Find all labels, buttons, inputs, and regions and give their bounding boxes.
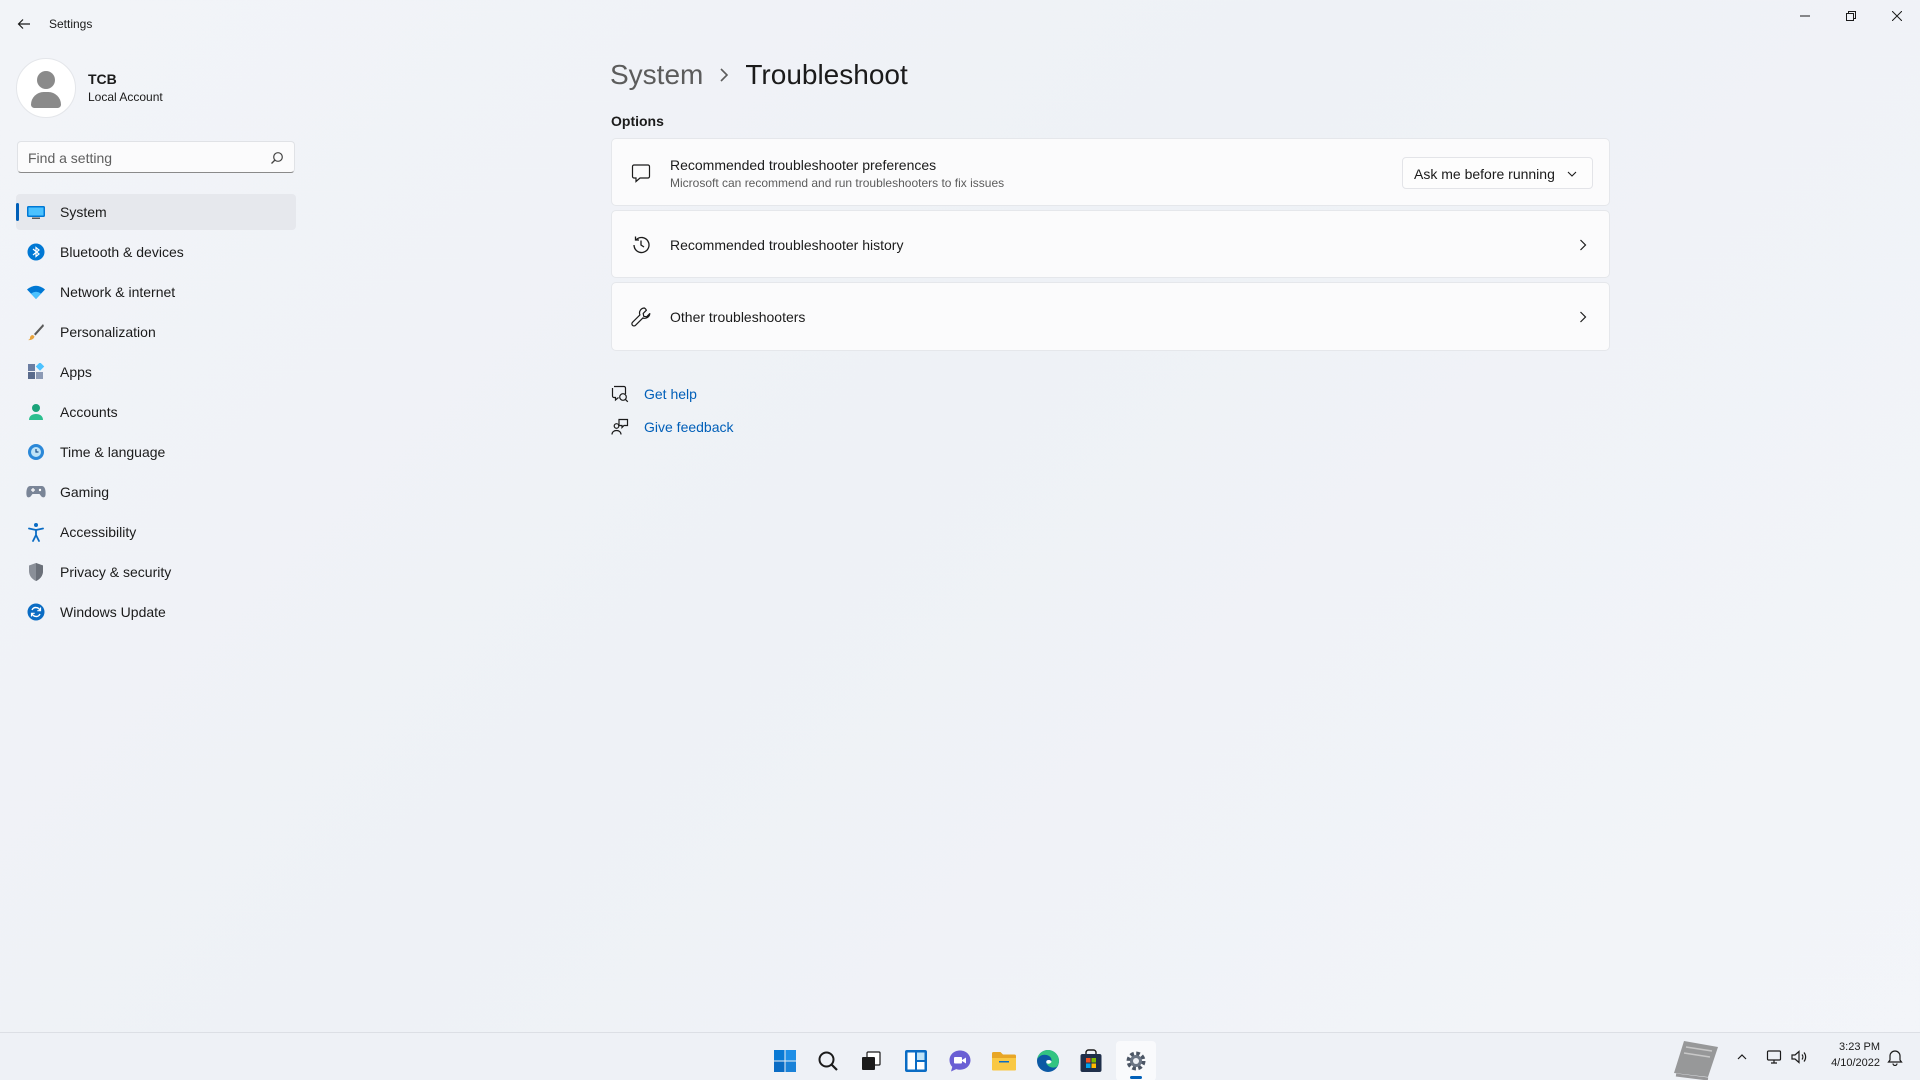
sidebar-item-label: Apps [60, 364, 92, 380]
wifi-icon [26, 282, 46, 302]
troubleshooter-preferences-card: Recommended troubleshooter preferences M… [611, 138, 1610, 206]
sidebar-item-privacy-security[interactable]: Privacy & security [16, 554, 296, 590]
sidebar-item-label: Gaming [60, 484, 110, 500]
troubleshooter-history-card[interactable]: Recommended troubleshooter history [611, 210, 1610, 278]
chevron-down-icon [1567, 171, 1577, 177]
apps-icon [26, 362, 46, 382]
close-button[interactable] [1874, 4, 1920, 28]
chevron-right-icon [1575, 309, 1591, 325]
minimize-button[interactable] [1782, 4, 1828, 28]
search-box[interactable] [17, 141, 295, 173]
get-help-icon [611, 385, 629, 403]
card-title: Recommended troubleshooter preferences [670, 157, 937, 173]
back-arrow-icon [17, 19, 30, 29]
clock-date[interactable]: 4/10/2022 [1820, 1057, 1880, 1069]
sidebar-item-label: Network & internet [60, 284, 176, 300]
chevron-right-icon [1575, 237, 1591, 253]
title-bar: Settings [0, 0, 1920, 48]
sidebar-item-label: System [60, 204, 107, 220]
give-feedback-link[interactable]: Give feedback [611, 415, 734, 439]
edge-icon[interactable] [1028, 1041, 1068, 1080]
globe-clock-icon [26, 442, 46, 462]
sidebar-item-system[interactable]: System [16, 194, 296, 230]
profile-account-type: Local Account [88, 90, 163, 104]
search-input[interactable] [28, 148, 258, 168]
bluetooth-icon [26, 242, 46, 262]
file-explorer-icon[interactable] [984, 1041, 1024, 1080]
chat-bubble-icon [629, 161, 653, 185]
sidebar-item-accounts[interactable]: Accounts [16, 394, 296, 430]
sidebar-item-time-language[interactable]: Time & language [16, 434, 296, 470]
card-title: Other troubleshooters [670, 309, 806, 325]
widgets-icon[interactable] [896, 1041, 936, 1080]
book-watermark-icon [1674, 1041, 1718, 1080]
back-button[interactable] [12, 12, 36, 36]
sidebar-item-accessibility[interactable]: Accessibility [16, 514, 296, 550]
sidebar-item-label: Personalization [60, 324, 156, 340]
restore-icon [1846, 11, 1856, 21]
get-help-link[interactable]: Get help [611, 382, 697, 406]
store-icon[interactable] [1071, 1041, 1111, 1080]
sidebar-item-network[interactable]: Network & internet [16, 274, 296, 310]
search-icon[interactable] [270, 151, 284, 165]
clock-time[interactable]: 3:23 PM [1830, 1041, 1880, 1053]
card-title: Recommended troubleshooter history [670, 237, 904, 253]
close-icon [1892, 11, 1902, 21]
sidebar-item-bluetooth[interactable]: Bluetooth & devices [16, 234, 296, 270]
wrench-icon [629, 305, 653, 329]
task-view-icon[interactable] [851, 1041, 891, 1080]
troubleshooter-preference-dropdown[interactable]: Ask me before running [1402, 157, 1593, 189]
minimize-icon [1800, 15, 1810, 17]
app-title: Settings [49, 17, 93, 31]
accessibility-icon [26, 522, 46, 542]
breadcrumb-parent[interactable]: System [610, 59, 703, 91]
chevron-right-icon [719, 68, 729, 82]
gamepad-icon [26, 482, 46, 502]
sidebar-item-personalization[interactable]: Personalization [16, 314, 296, 350]
sidebar-item-label: Windows Update [60, 604, 166, 620]
brush-icon [26, 322, 46, 342]
settings-icon[interactable] [1116, 1041, 1156, 1080]
give-feedback-label: Give feedback [644, 419, 734, 435]
profile-name: TCB [88, 71, 117, 87]
search-icon[interactable] [808, 1041, 848, 1080]
sidebar-item-label: Accessibility [60, 524, 137, 540]
avatar [16, 58, 76, 118]
sidebar-item-windows-update[interactable]: Windows Update [16, 594, 296, 630]
person-icon [26, 402, 46, 422]
sidebar-item-label: Accounts [60, 404, 118, 420]
notification-icon[interactable] [1886, 1048, 1904, 1066]
chat-icon[interactable] [940, 1041, 980, 1080]
card-description: Microsoft can recommend and run troubles… [670, 176, 1005, 190]
get-help-label: Get help [644, 386, 697, 402]
dropdown-value: Ask me before running [1414, 166, 1555, 182]
user-profile[interactable]: TCB Local Account [16, 58, 296, 118]
history-icon [629, 233, 653, 257]
breadcrumb: System Troubleshoot [610, 55, 908, 95]
sidebar-nav: System Bluetooth & devices Network & int… [16, 194, 296, 634]
chevron-up-icon[interactable] [1736, 1051, 1748, 1063]
network-icon[interactable] [1766, 1049, 1782, 1065]
sidebar-item-gaming[interactable]: Gaming [16, 474, 296, 510]
start-icon[interactable] [765, 1041, 805, 1080]
taskbar: 3:23 PM 4/10/2022 [0, 1032, 1920, 1080]
volume-icon[interactable] [1790, 1049, 1808, 1065]
update-icon [26, 602, 46, 622]
shield-icon [26, 562, 46, 582]
sidebar-item-label: Time & language [60, 444, 166, 460]
restore-button[interactable] [1828, 4, 1874, 28]
page-title: Troubleshoot [745, 59, 908, 90]
sidebar-item-apps[interactable]: Apps [16, 354, 296, 390]
sidebar-item-label: Bluetooth & devices [60, 244, 184, 260]
feedback-icon [611, 418, 629, 436]
system-icon [26, 202, 46, 222]
sidebar-item-label: Privacy & security [60, 564, 172, 580]
section-title: Options [611, 113, 664, 129]
other-troubleshooters-card[interactable]: Other troubleshooters [611, 282, 1610, 351]
